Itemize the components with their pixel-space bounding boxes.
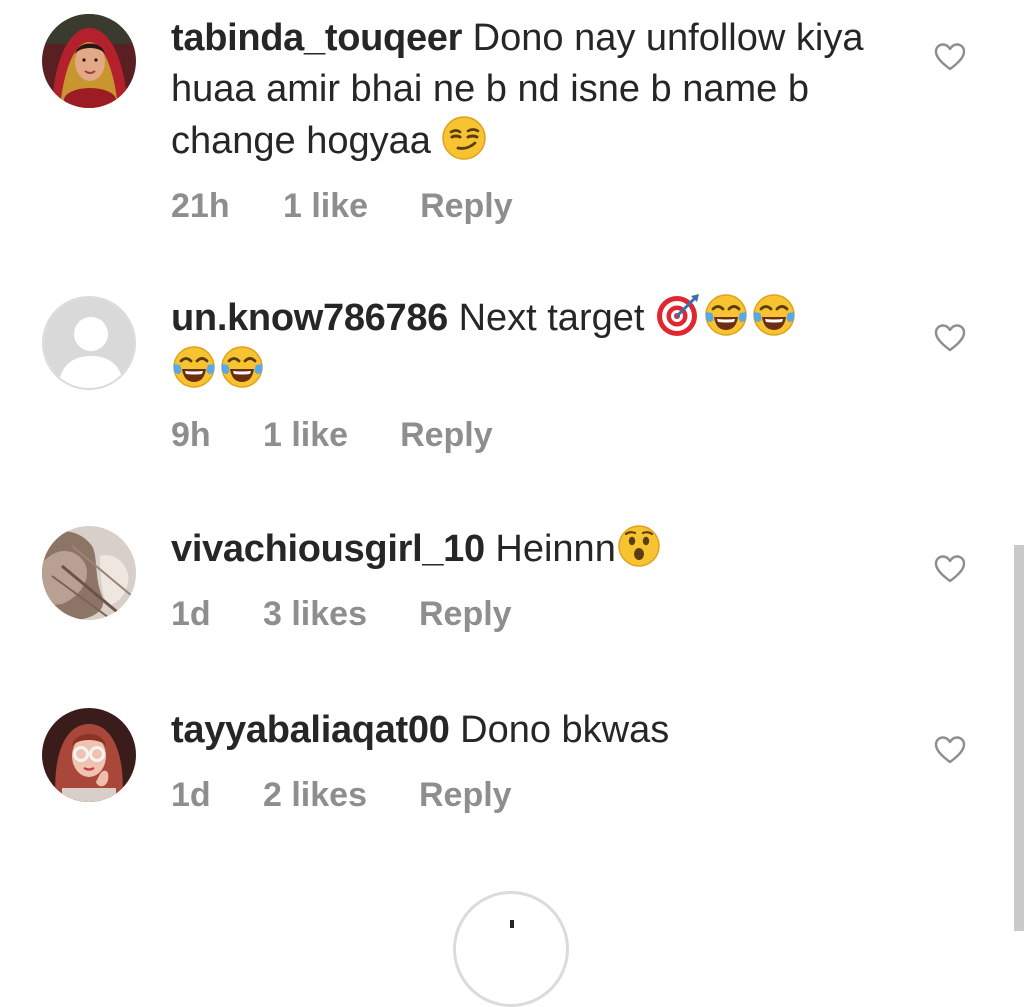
comment-time: 9h xyxy=(171,416,211,454)
comment-body: vivachiousgirl_10 Heinnn 1d 3 likes Reply xyxy=(171,523,891,634)
load-more-button[interactable] xyxy=(453,891,569,1007)
reply-button[interactable]: Reply xyxy=(420,187,513,226)
comment-meta: 1d 3 likes Reply xyxy=(171,595,891,634)
comment-time: 1d xyxy=(171,595,211,633)
heart-outline-icon xyxy=(934,736,966,764)
smirking-face-emoji xyxy=(441,115,487,161)
like-button[interactable] xyxy=(931,550,969,588)
tears-of-joy-emoji xyxy=(219,344,265,390)
comment-text: tabinda_touqeer Dono nay unfollow kiya h… xyxy=(171,13,891,167)
profile-photo-avatar xyxy=(42,526,136,620)
bride-photo-avatar xyxy=(42,14,136,108)
scrollbar[interactable] xyxy=(1014,545,1024,931)
comment-time: 21h xyxy=(171,187,230,225)
reply-button[interactable]: Reply xyxy=(400,416,493,455)
comment-likes[interactable]: 1 like xyxy=(263,416,348,455)
comment-body: tayyabaliaqat00 Dono bkwas 1d 2 likes Repl… xyxy=(171,705,891,815)
comment-likes[interactable]: 1 like xyxy=(283,187,368,226)
heart-outline-icon xyxy=(934,324,966,352)
username-link[interactable]: un.know786786 xyxy=(171,297,448,339)
heart-outline-icon xyxy=(934,555,966,583)
avatar[interactable] xyxy=(42,708,136,802)
load-more-icon xyxy=(510,920,514,928)
comment-message: Heinnn xyxy=(495,528,616,570)
avatar[interactable] xyxy=(42,526,136,620)
tears-of-joy-emoji xyxy=(171,344,217,390)
avatar[interactable] xyxy=(42,14,136,108)
tears-of-joy-emoji xyxy=(751,292,797,338)
comment-message: Dono bkwas xyxy=(460,709,670,751)
heart-outline-icon xyxy=(934,43,966,71)
username-link[interactable]: vivachiousgirl_10 xyxy=(171,528,485,570)
comment-likes[interactable]: 3 likes xyxy=(263,595,367,634)
comment-time: 1d xyxy=(171,776,211,814)
avatar[interactable] xyxy=(42,296,136,390)
comment-likes[interactable]: 2 likes xyxy=(263,776,367,815)
reply-button[interactable]: Reply xyxy=(419,776,512,815)
comment-body: un.know786786 Next target 9h 1 like Repl… xyxy=(171,292,891,455)
comment-meta: 9h 1 like Reply xyxy=(171,416,891,455)
comment-message: Next target xyxy=(458,297,645,339)
comment-text: vivachiousgirl_10 Heinnn xyxy=(171,523,891,575)
username-link[interactable]: tabinda_touqeer xyxy=(171,17,462,59)
like-button[interactable] xyxy=(931,38,969,76)
comment-text: un.know786786 Next target xyxy=(171,292,891,396)
tears-of-joy-emoji xyxy=(703,292,749,338)
comment-meta: 21h 1 like Reply xyxy=(171,187,891,226)
reply-button[interactable]: Reply xyxy=(419,595,512,634)
girl-with-glasses-avatar xyxy=(42,708,136,802)
direct-hit-emoji xyxy=(655,292,701,338)
comment-meta: 1d 2 likes Reply xyxy=(171,776,891,815)
username-link[interactable]: tayyabaliaqat00 xyxy=(171,709,450,751)
astonished-face-emoji xyxy=(616,523,662,569)
comments-list: tabinda_touqeer Dono nay unfollow kiya h… xyxy=(0,0,1024,1007)
comment-text: tayyabaliaqat00 Dono bkwas xyxy=(171,705,891,756)
like-button[interactable] xyxy=(931,731,969,769)
like-button[interactable] xyxy=(931,319,969,357)
default-silhouette-avatar xyxy=(44,298,134,388)
comment-body: tabinda_touqeer Dono nay unfollow kiya h… xyxy=(171,13,891,226)
